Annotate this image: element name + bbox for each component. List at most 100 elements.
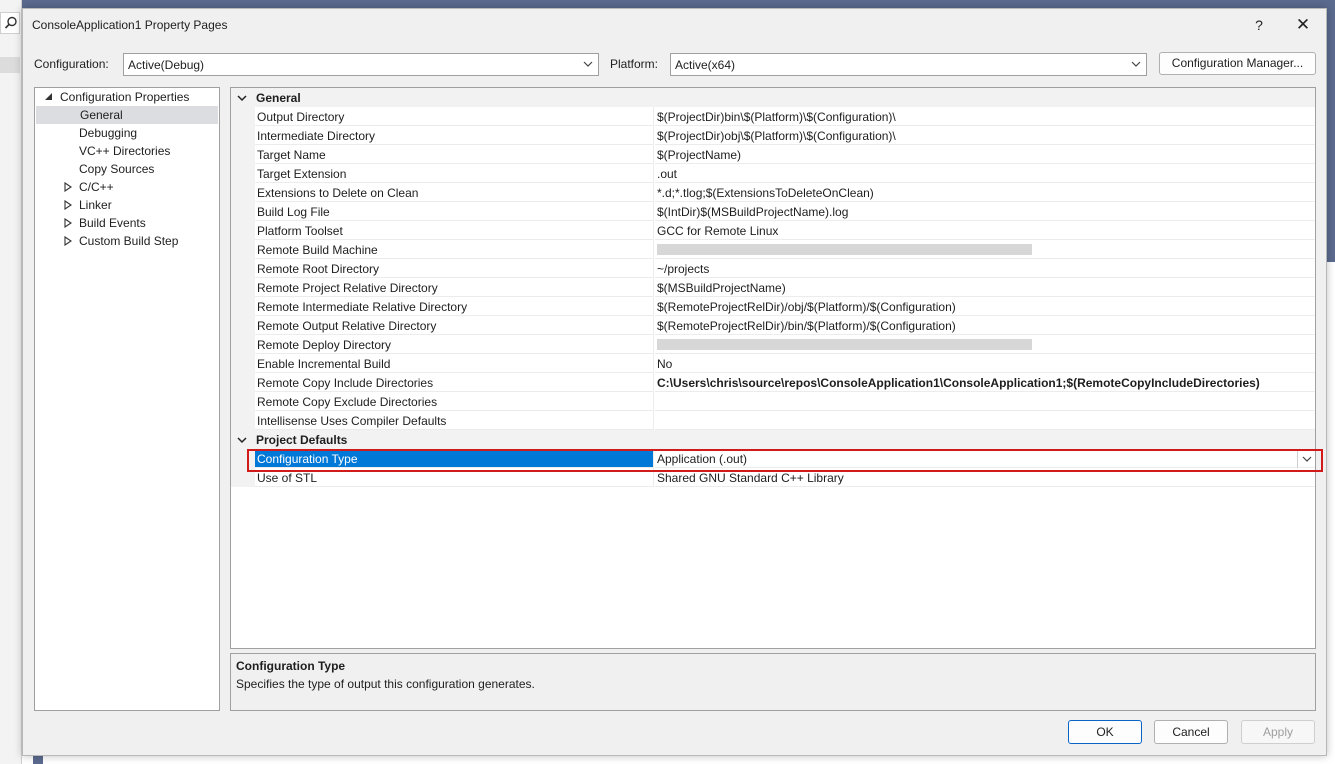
property-value[interactable]: $(RemoteProjectRelDir)/bin/$(Platform)/$… <box>655 316 1315 335</box>
row-gutter <box>231 202 255 221</box>
row-gutter <box>231 145 255 164</box>
property-name: Enable Incremental Build <box>255 354 654 373</box>
description-text: Specifies the type of output this config… <box>236 677 535 691</box>
property-value[interactable]: ~/projects <box>655 259 1315 278</box>
property-row-remote-build-machine[interactable]: Remote Build Machine <box>231 240 1315 259</box>
tree-item-vc-directories[interactable]: VC++ Directories <box>35 142 219 160</box>
property-row-use-of-stl[interactable]: Use of STL Shared GNU Standard C++ Librar… <box>231 468 1315 487</box>
property-row-remote-copy-include-directories[interactable]: Remote Copy Include Directories C:\Users\… <box>231 373 1315 392</box>
property-name: Remote Output Relative Directory <box>255 316 654 335</box>
row-gutter <box>231 259 255 278</box>
property-name: Build Log File <box>255 202 654 221</box>
property-name: Remote Build Machine <box>255 240 654 259</box>
value-dropdown-button[interactable] <box>1297 449 1315 468</box>
tree-item-copy-sources[interactable]: Copy Sources <box>35 160 219 178</box>
collapsed-triangle-icon[interactable] <box>63 218 73 228</box>
ok-button[interactable]: OK <box>1068 720 1142 744</box>
chevron-down-icon <box>1131 61 1141 67</box>
property-value[interactable]: $(ProjectDir)bin\$(Platform)\$(Configura… <box>655 107 1315 126</box>
property-value[interactable]: Shared GNU Standard C++ Library <box>655 468 1315 487</box>
chevron-down-icon[interactable] <box>237 435 247 445</box>
collapsed-triangle-icon[interactable] <box>63 236 73 246</box>
tree-item-label: C/C++ <box>79 180 114 194</box>
property-row-remote-root-directory[interactable]: Remote Root Directory ~/projects <box>231 259 1315 278</box>
configuration-dropdown[interactable]: Active(Debug) <box>123 53 599 76</box>
property-name: Remote Copy Include Directories <box>255 373 654 392</box>
background-app-right <box>1326 0 1335 764</box>
background-search-box <box>0 12 20 34</box>
property-name: Platform Toolset <box>255 221 654 240</box>
property-row-remote-intermediate-relative-directory[interactable]: Remote Intermediate Relative Directory $(… <box>231 297 1315 316</box>
property-value[interactable]: C:\Users\chris\source\repos\ConsoleAppli… <box>655 373 1315 392</box>
property-row-intermediate-directory[interactable]: Intermediate Directory $(ProjectDir)obj\$… <box>231 126 1315 145</box>
property-value[interactable]: Application (.out) <box>655 449 1315 468</box>
property-row-target-name[interactable]: Target Name $(ProjectName) <box>231 145 1315 164</box>
property-value[interactable]: .out <box>655 164 1315 183</box>
property-row-remote-project-relative-directory[interactable]: Remote Project Relative Directory $(MSBui… <box>231 278 1315 297</box>
apply-button[interactable]: Apply <box>1241 720 1315 744</box>
tree-item-c-c[interactable]: C/C++ <box>35 178 219 196</box>
property-value[interactable] <box>655 392 1315 411</box>
tree-item-label: Copy Sources <box>79 162 155 176</box>
tree-item-build-events[interactable]: Build Events <box>35 214 219 232</box>
tree-item-label: VC++ Directories <box>79 144 171 158</box>
tree-item-label: Debugging <box>79 126 138 140</box>
category-general[interactable]: General <box>231 88 1315 107</box>
property-value[interactable]: $(MSBuildProjectName) <box>655 278 1315 297</box>
property-value[interactable]: $(IntDir)$(MSBuildProjectName).log <box>655 202 1315 221</box>
property-name: Remote Root Directory <box>255 259 654 278</box>
platform-label: Platform: <box>610 57 659 71</box>
help-button[interactable]: ? <box>1245 14 1273 36</box>
tree-item-custom-build-step[interactable]: Custom Build Step <box>35 232 219 250</box>
property-value[interactable]: $(RemoteProjectRelDir)/obj/$(Platform)/$… <box>655 297 1315 316</box>
chevron-down-icon[interactable] <box>237 93 247 103</box>
row-gutter <box>231 392 255 411</box>
property-value[interactable] <box>655 240 1315 259</box>
collapsed-triangle-icon[interactable] <box>63 182 73 192</box>
tree-item-linker[interactable]: Linker <box>35 196 219 214</box>
close-button[interactable]: ✕ <box>1289 14 1317 36</box>
property-name: Remote Project Relative Directory <box>255 278 654 297</box>
expanded-triangle-icon[interactable] <box>44 92 54 102</box>
property-row-output-directory[interactable]: Output Directory $(ProjectDir)bin\$(Platf… <box>231 107 1315 126</box>
property-value[interactable] <box>655 335 1315 354</box>
property-row-build-log-file[interactable]: Build Log File $(IntDir)$(MSBuildProjectN… <box>231 202 1315 221</box>
property-value[interactable]: GCC for Remote Linux <box>655 221 1315 240</box>
platform-dropdown[interactable]: Active(x64) <box>670 53 1147 76</box>
property-row-target-extension[interactable]: Target Extension .out <box>231 164 1315 183</box>
tree-item-label: General <box>80 108 123 122</box>
property-value[interactable]: *.d;*.tlog;$(ExtensionsToDeleteOnClean) <box>655 183 1315 202</box>
property-name: Use of STL <box>255 468 654 487</box>
tree-item-label: Linker <box>79 198 112 212</box>
collapsed-triangle-icon[interactable] <box>63 200 73 210</box>
property-row-enable-incremental-build[interactable]: Enable Incremental Build No <box>231 354 1315 373</box>
row-gutter <box>231 221 255 240</box>
property-row-platform-toolset[interactable]: Platform Toolset GCC for Remote Linux <box>231 221 1315 240</box>
property-name: Target Extension <box>255 164 654 183</box>
tree-item-general[interactable]: General <box>36 106 218 124</box>
tree-item-label: Custom Build Step <box>79 234 179 248</box>
title-bar: ConsoleApplication1 Property Pages ? ✕ <box>23 9 1326 41</box>
property-value[interactable]: $(ProjectName) <box>655 145 1315 164</box>
property-value[interactable]: $(ProjectDir)obj\$(Platform)\$(Configura… <box>655 126 1315 145</box>
row-gutter <box>231 164 255 183</box>
property-value[interactable]: No <box>655 354 1315 373</box>
row-gutter <box>231 411 255 430</box>
property-name: Remote Intermediate Relative Directory <box>255 297 654 316</box>
property-row-remote-output-relative-directory[interactable]: Remote Output Relative Directory $(Remote… <box>231 316 1315 335</box>
property-row-intellisense-uses-compiler-defaults[interactable]: Intellisense Uses Compiler Defaults <box>231 411 1315 430</box>
configuration-manager-button[interactable]: Configuration Manager... <box>1159 52 1316 75</box>
tree-item-debugging[interactable]: Debugging <box>35 124 219 142</box>
tree-item-configuration-properties[interactable]: Configuration Properties <box>35 88 219 106</box>
property-row-configuration-type[interactable]: Configuration Type Application (.out) <box>231 449 1315 468</box>
property-row-extensions-to-delete-on-clean[interactable]: Extensions to Delete on Clean *.d;*.tlog;… <box>231 183 1315 202</box>
row-gutter <box>231 373 255 392</box>
cancel-button[interactable]: Cancel <box>1154 720 1228 744</box>
category-project-defaults[interactable]: Project Defaults <box>231 430 1315 449</box>
property-row-remote-deploy-directory[interactable]: Remote Deploy Directory <box>231 335 1315 354</box>
property-name: Extensions to Delete on Clean <box>255 183 654 202</box>
category-label: General <box>256 91 301 105</box>
property-row-remote-copy-exclude-directories[interactable]: Remote Copy Exclude Directories <box>231 392 1315 411</box>
category-label: Project Defaults <box>256 433 348 447</box>
property-value[interactable] <box>655 411 1315 430</box>
